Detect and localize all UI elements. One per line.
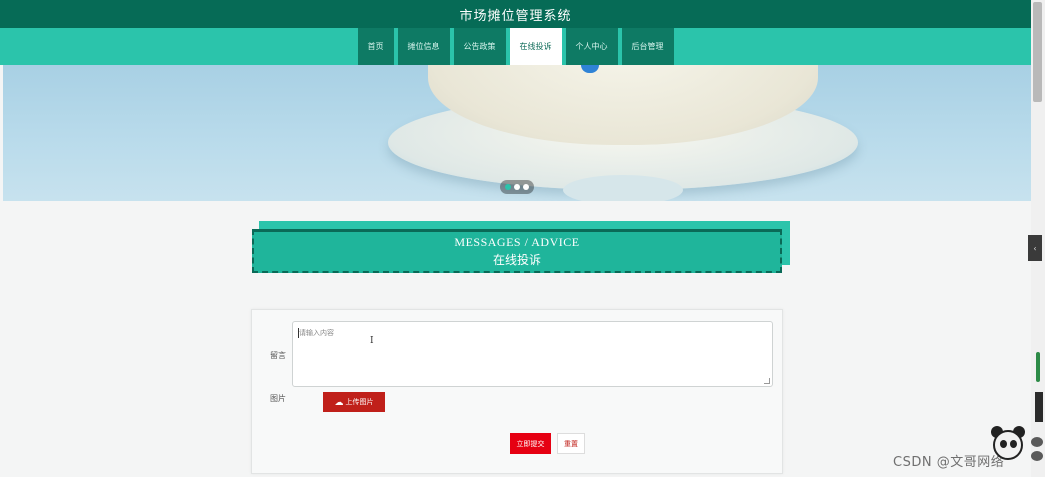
banner-carousel <box>3 65 1031 201</box>
nav-item-online-complaint[interactable]: 在线投诉 <box>509 28 562 65</box>
section-title-cn: 在线投诉 <box>492 253 541 267</box>
decoration-blob <box>1031 451 1043 461</box>
panda-eye-icon <box>1010 440 1017 448</box>
carousel-dot-2[interactable] <box>514 184 520 190</box>
panda-head-icon <box>993 430 1023 460</box>
section-title-en: MESSAGES / ADVICE <box>454 235 580 249</box>
nav-list: 首页 摊位信息 公告政策 在线投诉 个人中心 后台管理 <box>357 28 674 65</box>
decoration-blob <box>1031 437 1043 447</box>
nav-item-stall-info[interactable]: 摊位信息 <box>397 28 450 65</box>
cloud-upload-icon: ☁ <box>334 396 344 407</box>
main-nav: 首页 摊位信息 公告政策 在线投诉 个人中心 后台管理 <box>0 28 1031 65</box>
nav-item-admin[interactable]: 后台管理 <box>621 28 674 65</box>
section-heading: MESSAGES / ADVICE 在线投诉 <box>252 221 790 276</box>
side-panel-toggle[interactable]: ‹ <box>1028 235 1042 261</box>
side-indicator <box>1036 352 1040 382</box>
site-header: 市场摊位管理系统 <box>0 0 1031 28</box>
banner-image-plate-stem <box>563 175 683 201</box>
complaint-form: 留言 请输入内容 I 图片 ☁ 上传图片 立即提交 重置 <box>251 309 783 474</box>
scrollbar-thumb[interactable] <box>1033 2 1042 102</box>
resize-handle-icon[interactable] <box>764 378 770 384</box>
upload-image-label: 上传图片 <box>345 399 374 406</box>
side-decoration <box>1029 437 1043 467</box>
section-heading-box: MESSAGES / ADVICE 在线投诉 <box>252 229 782 273</box>
upload-image-button[interactable]: ☁ 上传图片 <box>323 392 385 412</box>
carousel-indicators <box>500 180 534 194</box>
site-title: 市场摊位管理系统 <box>459 8 572 24</box>
panda-mascot-icon <box>987 424 1027 466</box>
message-textarea[interactable]: 请输入内容 <box>292 321 773 387</box>
nav-item-personal-center[interactable]: 个人中心 <box>565 28 618 65</box>
text-cursor-icon: I <box>370 336 374 346</box>
reset-button[interactable]: 重置 <box>557 433 585 454</box>
side-widget <box>1035 392 1043 422</box>
panda-eye-icon <box>1000 440 1007 448</box>
message-placeholder: 请输入内容 <box>299 329 334 337</box>
chevron-left-icon: ‹ <box>1033 243 1037 253</box>
carousel-dot-3[interactable] <box>523 184 529 190</box>
carousel-dot-1[interactable] <box>505 184 511 190</box>
nav-item-home[interactable]: 首页 <box>357 28 394 65</box>
message-label: 留言 <box>270 351 286 360</box>
image-label: 图片 <box>270 394 286 403</box>
submit-button[interactable]: 立即提交 <box>510 433 551 454</box>
nav-item-announcements[interactable]: 公告政策 <box>453 28 506 65</box>
